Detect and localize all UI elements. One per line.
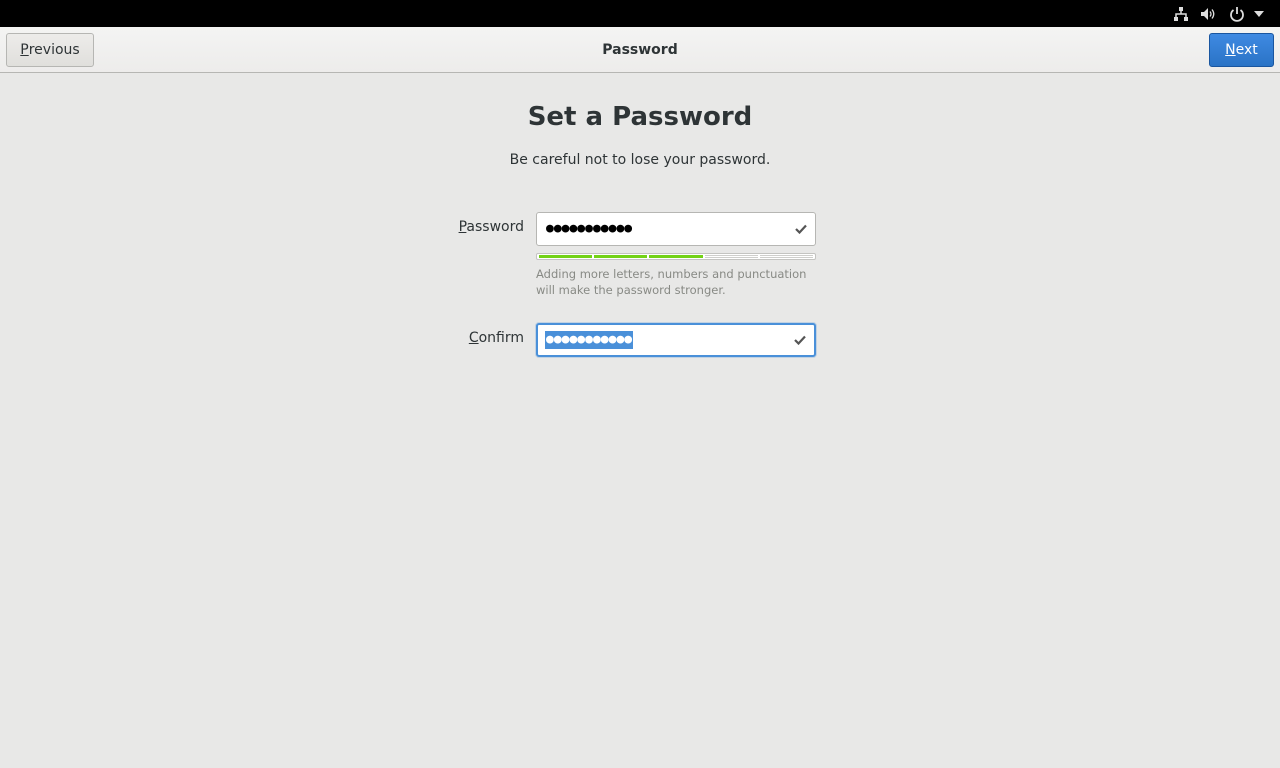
password-strength-bar <box>536 253 816 260</box>
strength-segment <box>539 255 593 258</box>
page-heading: Set a Password <box>527 102 753 132</box>
password-hint: Adding more letters, numbers and punctua… <box>536 267 807 297</box>
power-icon[interactable] <box>1228 0 1246 27</box>
confirm-label-mnemonic: C <box>468 330 479 346</box>
confirm-label-rest: onfirm <box>478 330 524 346</box>
strength-segment <box>649 255 703 258</box>
confirm-masked-value: ●●●●●●●●●●● <box>545 331 634 349</box>
chevron-down-icon[interactable] <box>1252 0 1266 27</box>
confirm-password-input[interactable]: ●●●●●●●●●●● <box>536 323 816 357</box>
strength-segment <box>594 255 648 258</box>
volume-icon[interactable] <box>1199 0 1217 27</box>
network-wired-icon[interactable] <box>1172 0 1190 27</box>
previous-label-rest: revious <box>28 42 80 58</box>
checkmark-icon <box>795 213 807 245</box>
header-bar: Password Previous Next <box>0 27 1280 73</box>
next-button[interactable]: Next <box>1209 33 1274 67</box>
checkmark-icon <box>794 325 806 355</box>
confirm-label: Confirm <box>404 330 524 346</box>
next-label-rest: ext <box>1235 42 1258 58</box>
page-subtitle: Be careful not to lose your password. <box>509 152 771 168</box>
previous-button[interactable]: Previous <box>6 33 94 67</box>
strength-segment <box>704 255 758 258</box>
strength-segment <box>759 255 814 258</box>
top-bar <box>0 0 1280 27</box>
page-title: Password <box>602 42 678 58</box>
next-mnemonic: N <box>1225 42 1236 58</box>
password-label-rest: assword <box>466 219 524 235</box>
password-masked-value: ●●●●●●●●●●● <box>546 221 633 236</box>
password-input[interactable]: ●●●●●●●●●●● <box>536 212 816 246</box>
previous-mnemonic: P <box>20 42 29 58</box>
password-label: Password <box>404 219 524 235</box>
